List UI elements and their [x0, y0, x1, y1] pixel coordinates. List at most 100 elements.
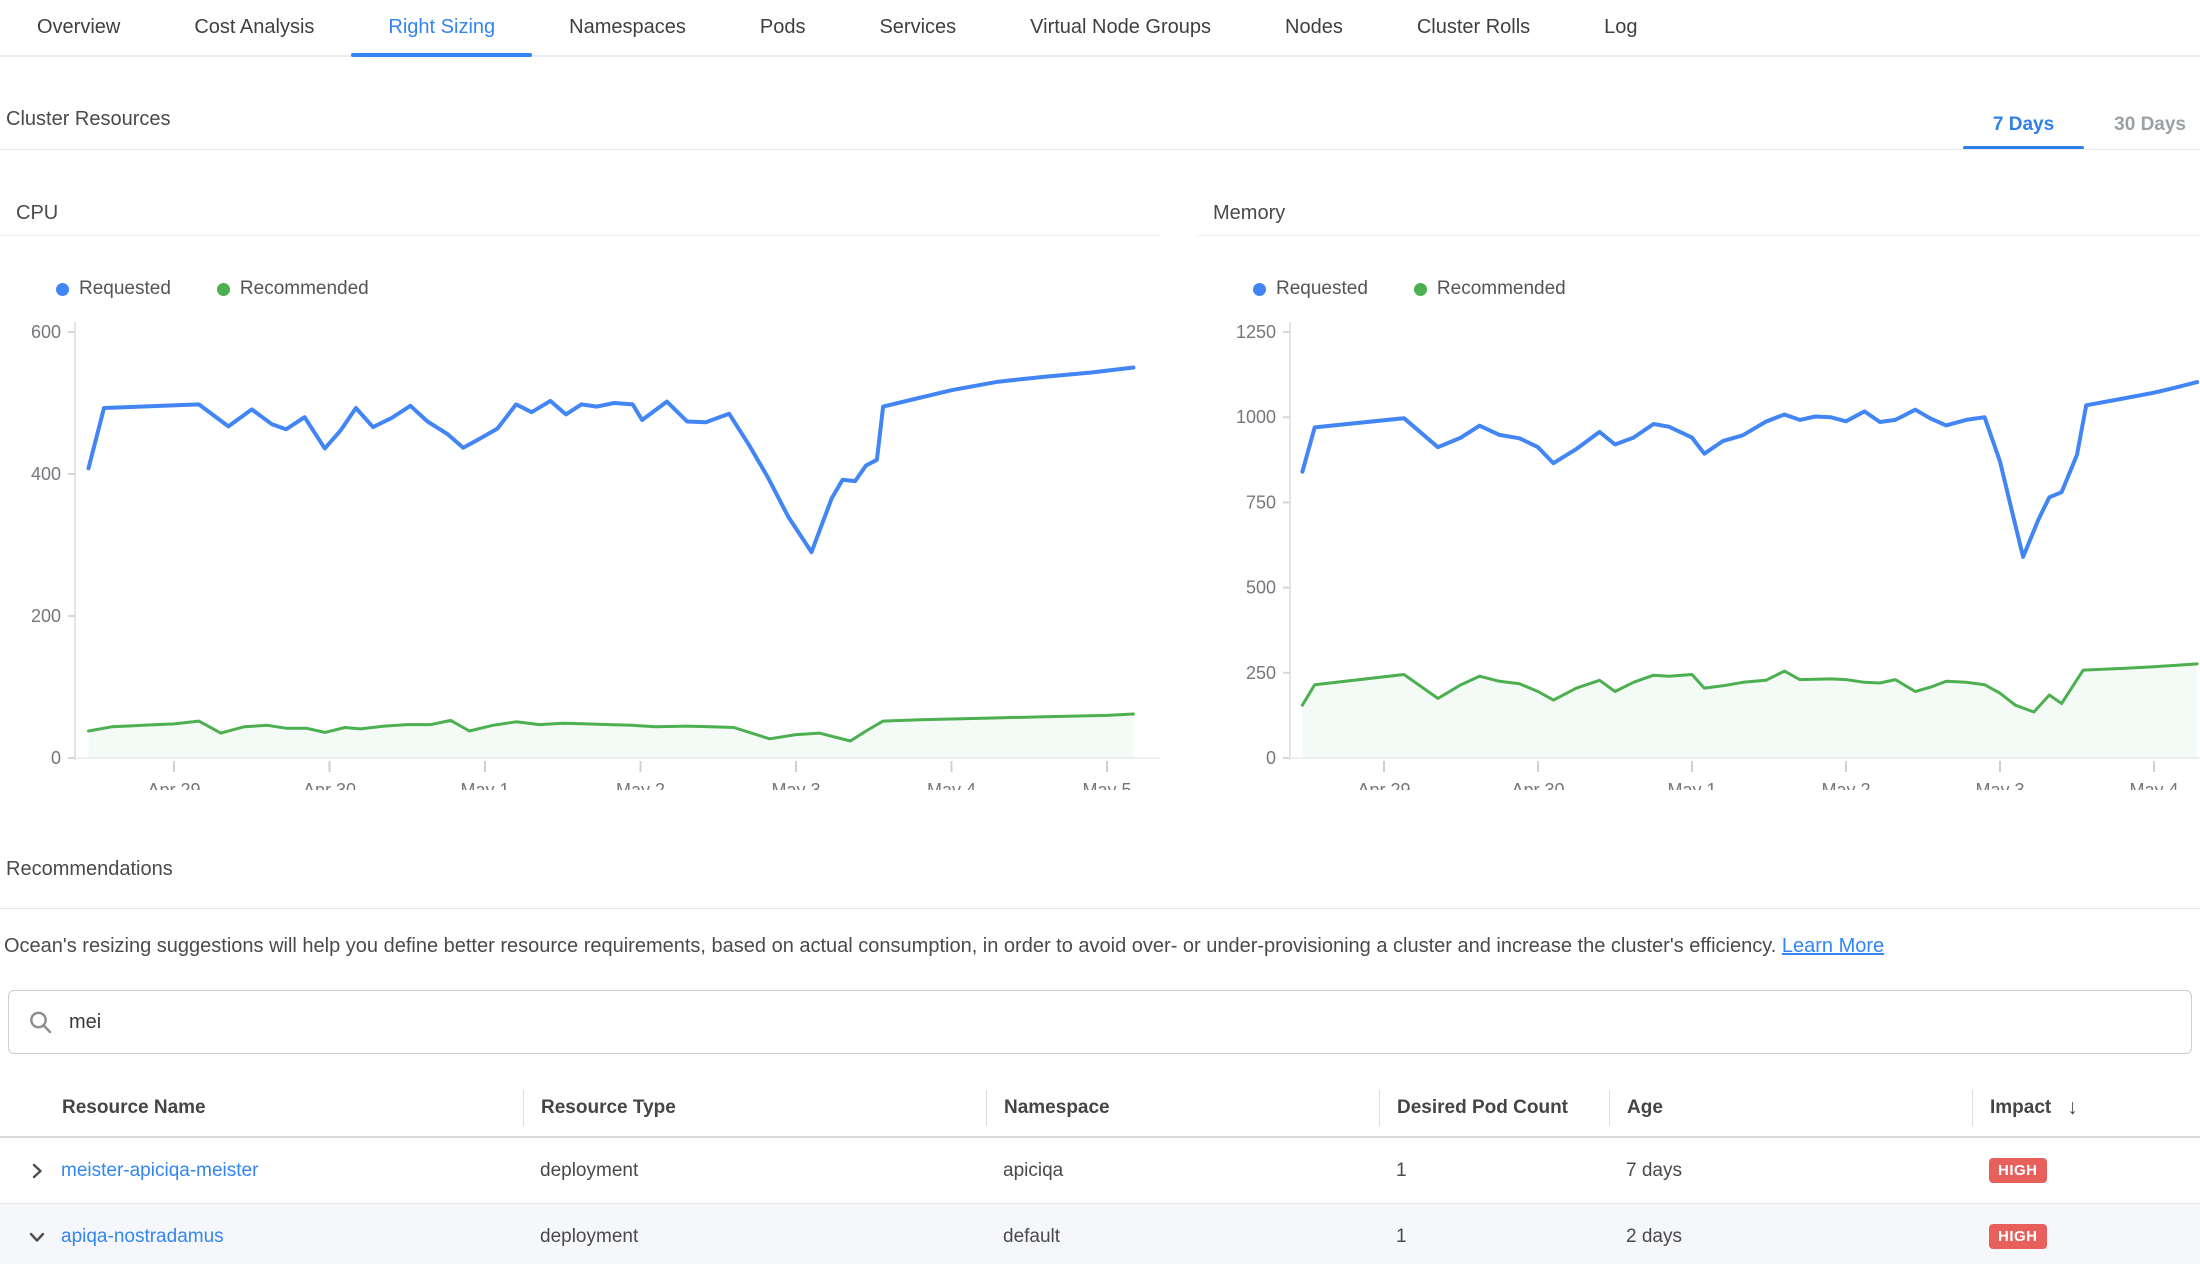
resource-type-cell: deployment: [523, 1226, 986, 1248]
recommended-legend-dot-icon: [1414, 283, 1427, 296]
time-range-tabs: 7 Days30 Days: [1963, 112, 2200, 150]
search-input[interactable]: [69, 1011, 2173, 1034]
sort-descending-icon[interactable]: ↓: [2067, 1096, 2078, 1120]
divider: [0, 149, 2200, 150]
legend-label: Recommended: [240, 278, 369, 300]
svg-text:Apr 29: Apr 29: [147, 780, 200, 790]
svg-text:750: 750: [1246, 492, 1276, 512]
tab-right-sizing[interactable]: Right Sizing: [351, 0, 532, 55]
svg-text:May 4: May 4: [2129, 780, 2178, 790]
column-header-label: Desired Pod Count: [1397, 1097, 1568, 1119]
table-body: meister-apiciqa-meisterdeploymentapiciqa…: [0, 1138, 2200, 1264]
svg-text:400: 400: [31, 464, 61, 484]
svg-text:200: 200: [31, 606, 61, 626]
memory-chart-legend: Requested Recommended: [1253, 278, 2200, 300]
impact-badge: HIGH: [1989, 1158, 2047, 1183]
tab-overview[interactable]: Overview: [0, 0, 157, 55]
resource-name-cell: apiqa-nostradamus: [0, 1226, 523, 1248]
impact-cell: HIGH: [1972, 1224, 2200, 1249]
svg-text:May 5: May 5: [1082, 780, 1131, 790]
tab-log[interactable]: Log: [1567, 0, 1674, 55]
column-header-label: Namespace: [1004, 1097, 1110, 1119]
table-row: meister-apiciqa-meisterdeploymentapiciqa…: [0, 1138, 2200, 1204]
learn-more-link[interactable]: Learn More: [1782, 935, 1884, 957]
svg-text:Apr 29: Apr 29: [1357, 780, 1410, 790]
resource-name-cell: meister-apiciqa-meister: [0, 1160, 523, 1182]
series-line-requested: [1302, 382, 2197, 557]
tab-pods[interactable]: Pods: [723, 0, 843, 55]
column-header-label: Impact: [1990, 1097, 2051, 1119]
tab-cluster-rolls[interactable]: Cluster Rolls: [1380, 0, 1567, 55]
column-header-resource-name[interactable]: Resource Name: [0, 1090, 523, 1126]
requested-legend-dot-icon: [56, 283, 69, 296]
table-header-row: Resource Name Resource Type Namespace Desir…: [0, 1080, 2200, 1138]
x-axis: Apr 29Apr 30May 1May 2May 3May 4May 5: [147, 761, 1131, 790]
chevron-right-icon: [27, 1161, 47, 1181]
cpu-line-chart[interactable]: 0200400600Apr 29Apr 30May 1May 2May 3May…: [0, 310, 1160, 790]
expand-row-button[interactable]: [26, 1160, 48, 1182]
impact-cell: HIGH: [1972, 1158, 2200, 1183]
impact-badge: HIGH: [1989, 1224, 2047, 1249]
age-cell: 7 days: [1609, 1160, 1972, 1182]
column-header-label: Resource Type: [541, 1097, 676, 1119]
series-line-requested: [89, 368, 1134, 553]
desired-pod-count-cell: 1: [1379, 1160, 1609, 1182]
svg-text:Apr 30: Apr 30: [1511, 780, 1564, 790]
column-header-label: Resource Name: [62, 1097, 206, 1119]
column-header-resource-type[interactable]: Resource Type: [523, 1090, 986, 1126]
svg-text:1000: 1000: [1236, 407, 1276, 427]
svg-text:Apr 30: Apr 30: [303, 780, 356, 790]
desired-pod-count-cell: 1: [1379, 1226, 1609, 1248]
search-icon: [27, 1009, 54, 1036]
range-tab-30-days[interactable]: 30 Days: [2084, 112, 2200, 150]
chart-title-cpu: CPU: [0, 196, 1160, 236]
recommended-legend-dot-icon: [217, 283, 230, 296]
legend-item-recommended[interactable]: Recommended: [1414, 278, 1566, 300]
collapse-row-button[interactable]: [26, 1226, 48, 1248]
section-title-cluster-resources: Cluster Resources: [6, 108, 171, 131]
svg-text:250: 250: [1246, 663, 1276, 683]
svg-text:May 2: May 2: [616, 780, 665, 790]
tab-cost-analysis[interactable]: Cost Analysis: [157, 0, 351, 55]
series-area-recommended: [1302, 664, 2197, 758]
legend-item-requested[interactable]: Requested: [1253, 278, 1368, 300]
recommendations-table: Resource Name Resource Type Namespace Desir…: [0, 1080, 2200, 1264]
svg-text:1250: 1250: [1236, 322, 1276, 342]
legend-label: Recommended: [1437, 278, 1566, 300]
series-area-recommended: [89, 714, 1134, 758]
column-header-age[interactable]: Age: [1609, 1090, 1972, 1126]
svg-text:0: 0: [1266, 748, 1276, 768]
legend-item-requested[interactable]: Requested: [56, 278, 171, 300]
svg-text:May 1: May 1: [1667, 780, 1716, 790]
column-header-label: Age: [1627, 1097, 1663, 1119]
memory-line-chart[interactable]: 0 250 500 750 1000 1250 Apr 29 Apr 30 May 1 May 2…: [1197, 310, 2200, 790]
chevron-down-icon: [27, 1227, 47, 1247]
tab-nodes[interactable]: Nodes: [1248, 0, 1380, 55]
tab-namespaces[interactable]: Namespaces: [532, 0, 723, 55]
legend-label: Requested: [79, 278, 171, 300]
table-row: apiqa-nostradamusdeploymentdefault12 day…: [0, 1204, 2200, 1264]
section-title-recommendations: Recommendations: [6, 858, 173, 881]
svg-text:0: 0: [51, 748, 61, 768]
chart-title-memory: Memory: [1197, 196, 2200, 236]
column-header-impact[interactable]: Impact ↓: [1972, 1090, 2200, 1126]
svg-text:May 2: May 2: [1821, 780, 1870, 790]
range-tab-7-days[interactable]: 7 Days: [1963, 112, 2084, 150]
column-header-desired-pod-count[interactable]: Desired Pod Count: [1379, 1090, 1609, 1126]
svg-text:500: 500: [1246, 578, 1276, 598]
legend-label: Requested: [1276, 278, 1368, 300]
resource-name-link[interactable]: meister-apiciqa-meister: [61, 1160, 258, 1182]
legend-item-recommended[interactable]: Recommended: [217, 278, 369, 300]
svg-text:May 1: May 1: [460, 780, 509, 790]
top-nav-tabs: OverviewCost AnalysisRight SizingNamespa…: [0, 0, 2200, 57]
search-box[interactable]: [8, 990, 2192, 1054]
tab-services[interactable]: Services: [842, 0, 993, 55]
divider: [0, 908, 2200, 909]
cpu-chart-legend: Requested Recommended: [56, 278, 1160, 300]
column-header-namespace[interactable]: Namespace: [986, 1090, 1379, 1126]
cpu-chart-panel: CPU RequestedRecommended 0200400600Apr 2…: [0, 196, 1160, 810]
age-cell: 2 days: [1609, 1226, 1972, 1248]
tab-virtual-node-groups[interactable]: Virtual Node Groups: [993, 0, 1248, 55]
svg-text:May 3: May 3: [1975, 780, 2024, 790]
resource-name-link[interactable]: apiqa-nostradamus: [61, 1226, 224, 1248]
